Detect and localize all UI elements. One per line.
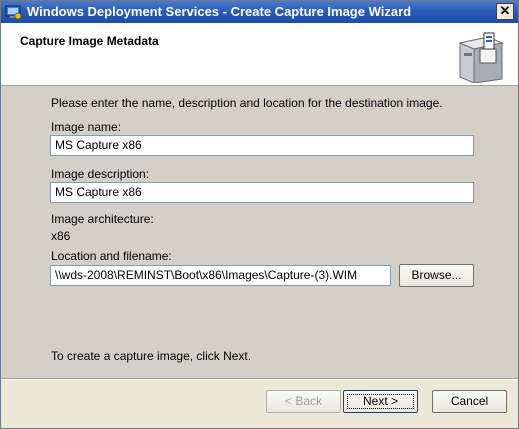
architecture-value: x86 <box>51 229 71 243</box>
location-input[interactable]: \\wds-2008\REMINST\Boot\x86\Images\Captu… <box>50 265 391 286</box>
cancel-button[interactable]: Cancel <box>432 390 507 413</box>
image-description-input[interactable]: MS Capture x86 <box>50 182 474 203</box>
close-button[interactable]: ✕ <box>496 3 514 20</box>
title-bar[interactable]: Windows Deployment Services - Create Cap… <box>1 1 518 23</box>
footer-hint: To create a capture image, click Next. <box>51 349 252 363</box>
back-button[interactable]: < Back <box>266 390 341 413</box>
focus-rectangle <box>347 394 414 409</box>
close-icon: ✕ <box>499 3 511 18</box>
image-name-label: Image name: <box>51 120 122 134</box>
location-label: Location and filename: <box>51 249 172 263</box>
wds-app-icon <box>5 5 22 20</box>
page-title: Capture Image Metadata <box>20 34 159 48</box>
architecture-label: Image architecture: <box>51 212 154 226</box>
image-description-label: Image description: <box>51 167 150 181</box>
cabinet-drawer-icon <box>458 32 504 83</box>
image-name-input[interactable]: MS Capture x86 <box>50 135 474 156</box>
footer-divider <box>1 378 518 380</box>
wizard-header: Capture Image Metadata <box>1 23 518 86</box>
intro-text: Please enter the name, description and l… <box>51 96 443 110</box>
next-button[interactable]: Next > <box>343 390 418 413</box>
wizard-window: Windows Deployment Services - Create Cap… <box>0 0 519 429</box>
window-title: Windows Deployment Services - Create Cap… <box>27 4 412 19</box>
browse-button[interactable]: Browse... <box>399 264 474 287</box>
